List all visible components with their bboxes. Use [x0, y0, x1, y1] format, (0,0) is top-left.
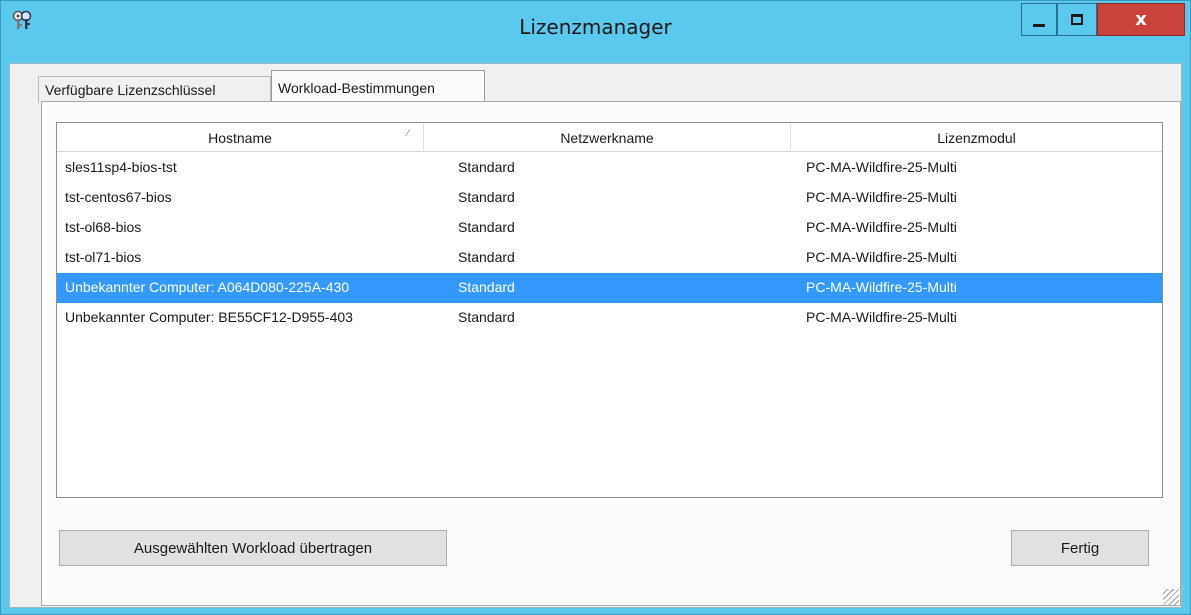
cell-network-name: Standard: [458, 219, 515, 235]
minimize-button[interactable]: [1021, 3, 1057, 36]
column-network-name-label: Netzwerkname: [560, 129, 654, 146]
cell-network-name: Standard: [458, 159, 515, 175]
done-button[interactable]: Fertig: [1011, 530, 1149, 566]
title-bar[interactable]: Lizenzmanager x: [1, 1, 1190, 63]
cell-hostname: Unbekannter Computer: A064D080-225A-430: [65, 279, 350, 295]
column-license-module-label: Lizenzmodul: [937, 129, 1016, 146]
cell-hostname: Unbekannter Computer: BE55CF12-D955-403: [65, 309, 353, 325]
minimize-icon: [1033, 24, 1045, 27]
list-header: Hostname ∕ Netzwerkname Lizenzmodul: [57, 123, 1162, 152]
cell-network-name: Standard: [458, 279, 515, 295]
tab-available-license-keys[interactable]: Verfügbare Lizenzschlüssel: [38, 76, 271, 103]
table-row[interactable]: Unbekannter Computer: A064D080-225A-430 S…: [57, 273, 1162, 303]
column-header-hostname[interactable]: Hostname ∕: [57, 123, 424, 152]
table-row[interactable]: Unbekannter Computer: BE55CF12-D955-403 S…: [57, 303, 1162, 333]
cell-license-module: PC-MA-Wildfire-25-Multi: [806, 279, 957, 295]
client-area: Verfügbare Lizenzschlüssel Workload-Best…: [9, 63, 1182, 608]
table-row[interactable]: tst-ol68-bios Standard PC-MA-Wildfire-25-M…: [57, 213, 1162, 243]
cell-hostname: sles11sp4-bios-tst: [65, 159, 177, 175]
maximize-icon: [1071, 14, 1083, 25]
close-button[interactable]: x: [1097, 3, 1185, 36]
table-row[interactable]: tst-ol71-bios Standard PC-MA-Wildfire-25-M…: [57, 243, 1162, 273]
cell-network-name: Standard: [458, 249, 515, 265]
cell-license-module: PC-MA-Wildfire-25-Multi: [806, 249, 957, 265]
sort-icon: ∕: [407, 128, 409, 139]
cell-license-module: PC-MA-Wildfire-25-Multi: [806, 219, 957, 235]
cell-network-name: Standard: [458, 309, 515, 325]
column-header-network-name[interactable]: Netzwerkname: [424, 123, 791, 152]
table-row[interactable]: sles11sp4-bios-tst Standard PC-MA-Wildfire…: [57, 153, 1162, 183]
tab-panel: Hostname ∕ Netzwerkname Lizenzmodul sles…: [41, 101, 1181, 606]
list-body: sles11sp4-bios-tst Standard PC-MA-Wildfire…: [57, 153, 1162, 333]
column-header-license-module[interactable]: Lizenzmodul: [791, 123, 1162, 152]
close-icon: x: [1135, 9, 1147, 30]
column-hostname-label: Hostname: [208, 129, 272, 146]
license-manager-window: Lizenzmanager x Verfügbare Lizenzschlüss…: [0, 0, 1191, 615]
cell-hostname: tst-centos67-bios: [65, 189, 172, 205]
cell-network-name: Standard: [458, 189, 515, 205]
transfer-workload-button[interactable]: Ausgewählten Workload übertragen: [59, 530, 447, 566]
cell-license-module: PC-MA-Wildfire-25-Multi: [806, 189, 957, 205]
cell-hostname: tst-ol68-bios: [65, 219, 142, 235]
tab-workload-assignments[interactable]: Workload-Bestimmungen: [271, 70, 485, 104]
cell-license-module: PC-MA-Wildfire-25-Multi: [806, 309, 957, 325]
cell-hostname: tst-ol71-bios: [65, 249, 142, 265]
cell-license-module: PC-MA-Wildfire-25-Multi: [806, 159, 957, 175]
workload-list[interactable]: Hostname ∕ Netzwerkname Lizenzmodul sles…: [56, 122, 1163, 498]
table-row[interactable]: tst-centos67-bios Standard PC-MA-Wildfire-…: [57, 183, 1162, 213]
maximize-button[interactable]: [1057, 3, 1097, 36]
window-title: Lizenzmanager: [519, 15, 672, 39]
resize-grip[interactable]: [1163, 589, 1179, 605]
